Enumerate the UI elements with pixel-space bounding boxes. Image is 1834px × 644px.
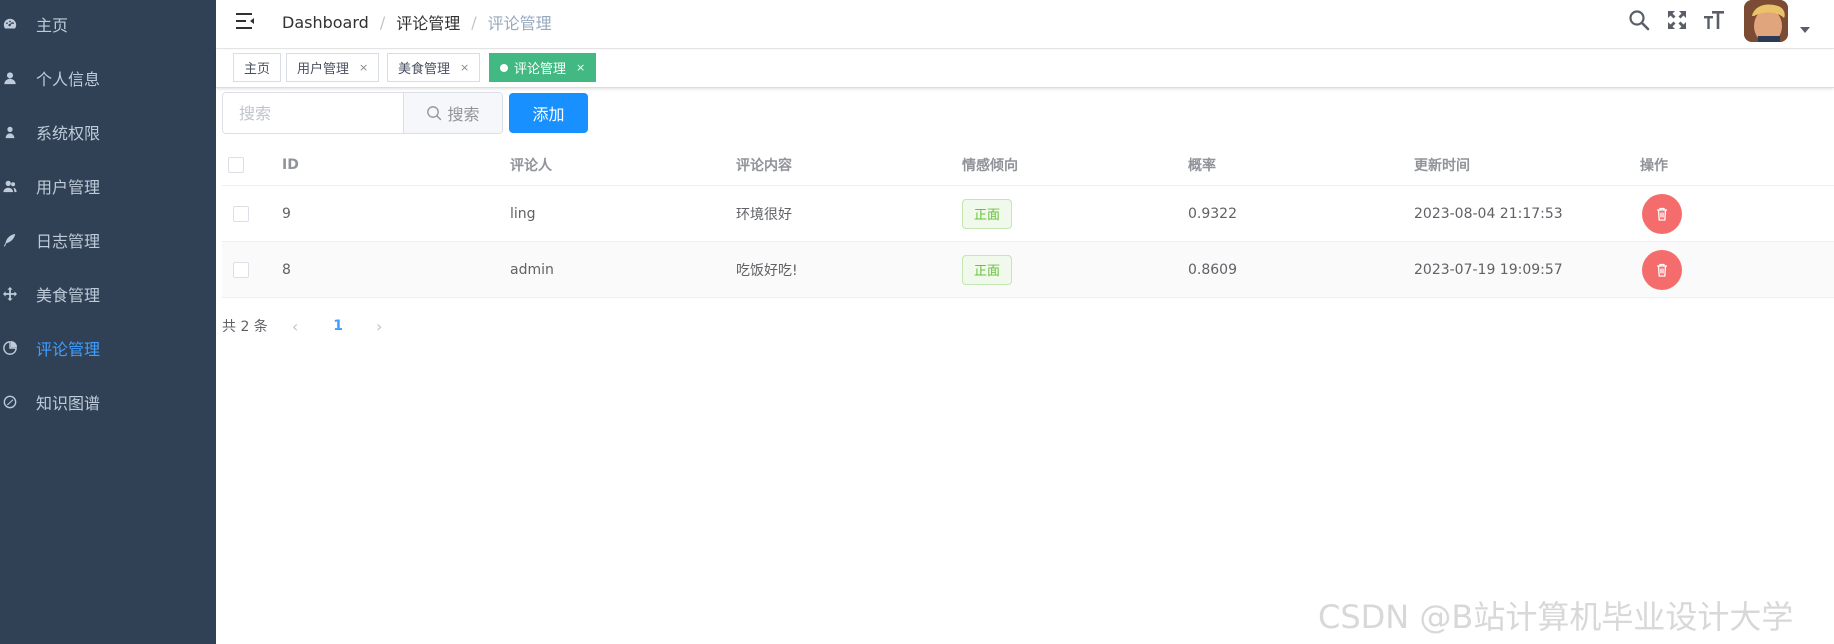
hamburger-icon[interactable]	[234, 10, 256, 32]
users-icon	[2, 178, 18, 194]
trash-icon	[1657, 207, 1667, 221]
cell-probability: 0.9322	[1188, 205, 1237, 222]
breadcrumb-current: 评论管理	[487, 14, 552, 33]
sidebar-item-label: 评论管理	[36, 339, 101, 359]
sentiment-badge: 正面	[962, 198, 1013, 229]
pagination-total: 共 2 条	[222, 319, 268, 335]
table-row: 9 ling 环境很好 正面 0.9322 2023-08-04 21:17:5…	[222, 186, 1834, 242]
move-icon	[2, 286, 18, 302]
tag-label: 主页	[244, 62, 271, 77]
trash-icon	[1657, 263, 1667, 277]
close-icon[interactable]: ×	[359, 61, 368, 74]
select-all-checkbox[interactable]	[228, 156, 244, 173]
breadcrumb-separator: /	[379, 12, 386, 32]
column-header-probability: 概率	[1188, 157, 1216, 174]
search-input[interactable]	[223, 93, 403, 133]
watermark: CSDN @B站计算机毕业设计大学	[1318, 598, 1794, 636]
sidebar-item-label: 系统权限	[36, 123, 101, 143]
font-size-icon[interactable]	[1703, 9, 1725, 31]
search-button-label: 搜索	[447, 105, 480, 124]
sidebar-item-label: 知识图谱	[36, 393, 101, 413]
column-header-id: ID	[282, 156, 299, 173]
user-icon	[2, 70, 18, 86]
sidebar-item-label: 主页	[36, 15, 69, 35]
sidebar-item-label: 用户管理	[36, 177, 101, 197]
chevron-down-icon[interactable]	[1800, 27, 1810, 33]
search-group: 搜索	[222, 92, 503, 134]
avatar[interactable]	[1744, 0, 1788, 42]
cell-id: 9	[282, 205, 291, 222]
chevron-left-icon[interactable]: ‹	[292, 317, 298, 336]
cell-content: 环境很好	[736, 206, 792, 223]
column-header-sentiment: 情感倾向	[962, 157, 1018, 174]
sidebar: 主页 个人信息 系统权限 用户管理 日志管理 美食管理 评论管理 知识图谱	[0, 0, 216, 644]
breadcrumb: Dashboard / 评论管理 / 评论管理	[282, 10, 552, 34]
table-header: ID 评论人 评论内容 情感倾向 概率 更新时间 操作	[222, 144, 1834, 186]
dashboard-icon	[2, 16, 18, 32]
cell-updated: 2023-08-04 21:17:53	[1414, 205, 1563, 222]
delete-button[interactable]	[1642, 193, 1682, 234]
sidebar-item-label: 美食管理	[36, 285, 101, 305]
cell-user: admin	[510, 261, 554, 278]
column-header-user: 评论人	[510, 157, 552, 174]
tag-home[interactable]: 主页	[233, 53, 282, 82]
search-icon	[427, 106, 442, 121]
delete-button[interactable]	[1642, 249, 1682, 290]
navbar: Dashboard / 评论管理 / 评论管理	[216, 0, 1834, 49]
add-button[interactable]: 添加	[509, 93, 588, 133]
close-icon[interactable]: ×	[576, 61, 585, 74]
breadcrumb-dashboard[interactable]: Dashboard	[282, 13, 369, 32]
tag-label: 评论管理	[514, 62, 567, 77]
cell-probability: 0.8609	[1188, 261, 1237, 278]
tag-comments[interactable]: 评论管理 ×	[489, 53, 597, 82]
close-icon[interactable]: ×	[460, 61, 469, 74]
column-header-content: 评论内容	[736, 157, 792, 174]
graph-icon	[2, 394, 18, 410]
breadcrumb-comments[interactable]: 评论管理	[396, 10, 460, 34]
fullscreen-icon[interactable]	[1666, 9, 1688, 31]
table-row: 8 admin 吃饭好吃! 正面 0.8609 2023-07-19 19:09…	[222, 242, 1834, 298]
tag-food[interactable]: 美食管理 ×	[387, 53, 481, 82]
cell-id: 8	[282, 261, 291, 278]
column-header-actions: 操作	[1640, 157, 1668, 174]
sentiment-badge: 正面	[962, 254, 1013, 285]
tags-view: 主页 用户管理 × 美食管理 × 评论管理 ×	[216, 50, 1834, 88]
cell-updated: 2023-07-19 19:09:57	[1414, 261, 1563, 278]
sidebar-item-label: 个人信息	[36, 69, 101, 89]
chevron-right-icon[interactable]: ›	[376, 317, 382, 336]
sidebar-item-knowledge-graph[interactable]: 知识图谱	[0, 370, 216, 433]
pagination: 共 2 条 ‹ 1 ›	[222, 316, 382, 336]
active-dot-icon	[500, 63, 508, 72]
row-checkbox[interactable]	[233, 261, 249, 278]
sidebar-item-label: 日志管理	[36, 231, 101, 251]
pagination-page-current[interactable]: 1	[333, 318, 343, 334]
peoples-icon	[2, 124, 18, 140]
search-icon[interactable]	[1628, 9, 1650, 31]
row-checkbox[interactable]	[233, 205, 249, 222]
tag-users[interactable]: 用户管理 ×	[286, 53, 380, 82]
chart-icon	[2, 340, 18, 356]
tag-label: 美食管理	[398, 62, 451, 77]
column-header-updated: 更新时间	[1414, 157, 1470, 174]
tag-label: 用户管理	[297, 62, 350, 77]
search-button[interactable]: 搜索	[403, 93, 502, 133]
breadcrumb-separator: /	[471, 12, 477, 32]
cell-content: 吃饭好吃!	[736, 262, 798, 279]
feather-icon	[2, 232, 18, 248]
cell-user: ling	[510, 205, 536, 222]
